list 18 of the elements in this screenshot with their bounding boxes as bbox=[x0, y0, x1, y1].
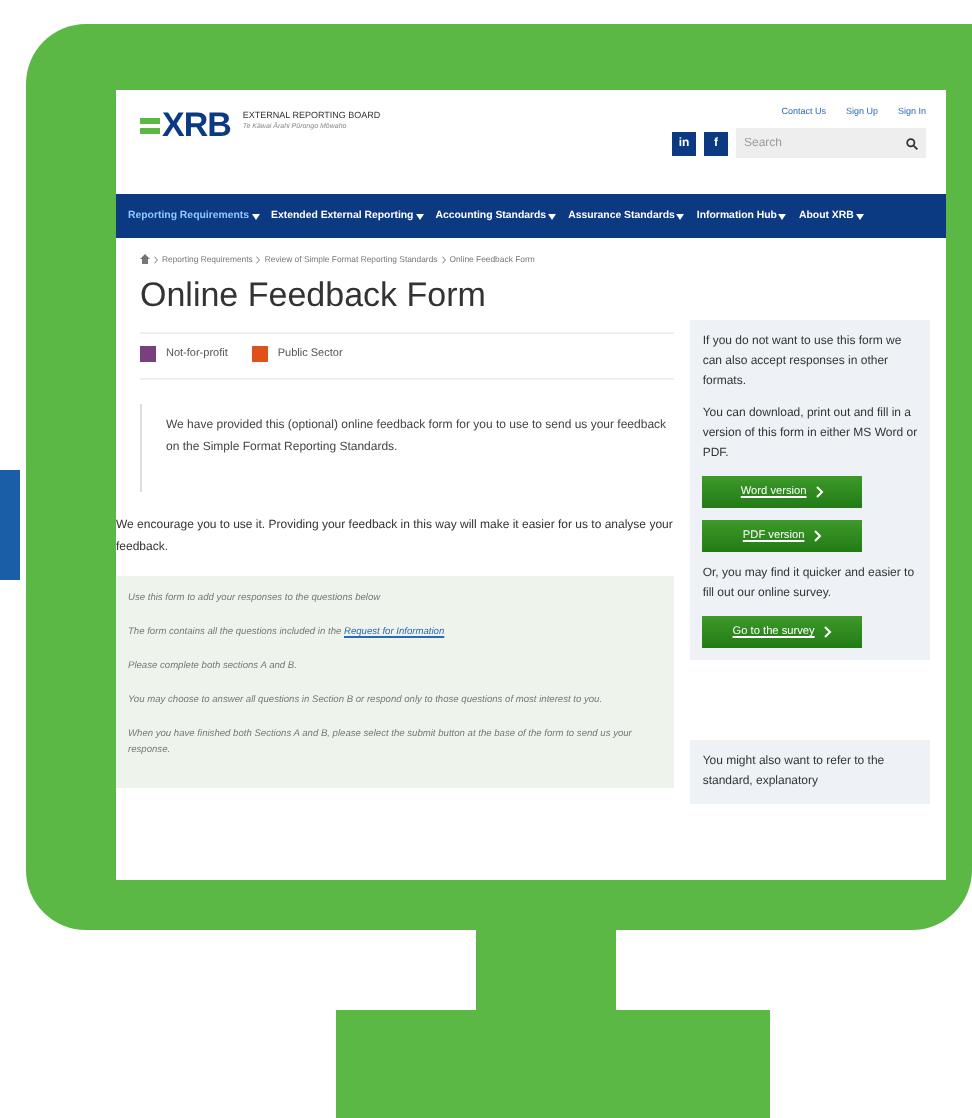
page-title: Online Feedback Form bbox=[140, 276, 488, 316]
caret-icon bbox=[548, 213, 557, 219]
caret-icon bbox=[251, 213, 260, 219]
home-icon bbox=[140, 254, 150, 264]
chevron-icon bbox=[814, 530, 823, 542]
caret-icon bbox=[676, 213, 685, 219]
caret-icon bbox=[415, 213, 424, 219]
chevron-icon bbox=[824, 626, 833, 638]
caret-icon bbox=[778, 213, 787, 219]
logo-bars-icon bbox=[140, 116, 160, 136]
side-tab-shape bbox=[0, 470, 20, 580]
logo-text: XRB bbox=[162, 106, 231, 146]
chevron-icon bbox=[256, 255, 261, 263]
chevron-icon bbox=[441, 255, 446, 263]
search-icon bbox=[906, 137, 918, 149]
chevron-icon bbox=[816, 486, 825, 498]
caret-icon bbox=[855, 213, 864, 219]
xrb-logo[interactable]: XRB bbox=[140, 106, 231, 146]
